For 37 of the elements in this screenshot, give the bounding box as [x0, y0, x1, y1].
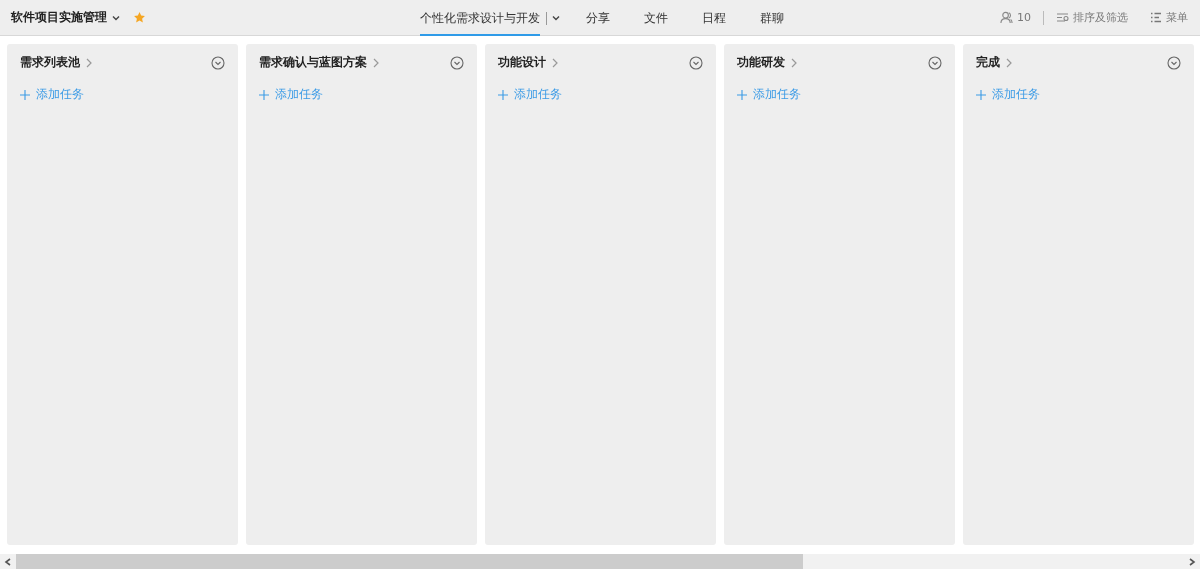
people-icon: [1000, 11, 1013, 24]
plus-icon: [20, 89, 30, 100]
column-title[interactable]: 完成: [976, 54, 1000, 71]
column-title[interactable]: 需求列表池: [20, 54, 80, 71]
project-title[interactable]: 软件项目实施管理: [11, 9, 107, 26]
column-title[interactable]: 功能设计: [498, 54, 546, 71]
plus-icon: [498, 89, 508, 100]
column-menu-icon[interactable]: [211, 55, 225, 70]
column-menu-icon[interactable]: [1167, 55, 1181, 70]
star-icon[interactable]: [133, 11, 146, 24]
list-icon: [1150, 12, 1162, 23]
horizontal-scrollbar[interactable]: [0, 554, 1200, 569]
plus-icon: [976, 89, 986, 100]
menu-button[interactable]: 菜单: [1150, 10, 1188, 25]
tab-menu-caret-icon[interactable]: [551, 13, 561, 23]
tab[interactable]: 日程: [702, 0, 726, 36]
plus-icon: [737, 89, 747, 100]
tab[interactable]: 文件: [644, 0, 668, 36]
chevron-right-icon[interactable]: [551, 57, 559, 68]
chevron-right-icon[interactable]: [372, 57, 380, 68]
column-title[interactable]: 功能研发: [737, 54, 785, 71]
column-menu-icon[interactable]: [928, 55, 942, 70]
plus-icon: [259, 89, 269, 100]
tab[interactable]: 分享: [586, 0, 610, 36]
chevron-right-icon[interactable]: [790, 57, 798, 68]
scroll-right-icon[interactable]: [1187, 556, 1197, 567]
column-title[interactable]: 需求确认与蓝图方案: [259, 54, 367, 71]
tab[interactable]: 个性化需求设计与开发: [420, 0, 540, 36]
scroll-left-icon[interactable]: [3, 556, 13, 567]
column-menu-icon[interactable]: [450, 55, 464, 70]
sort-filter-button[interactable]: 排序及筛选: [1056, 10, 1128, 25]
tab[interactable]: 群聊: [760, 0, 784, 36]
members-button[interactable]: 10: [1000, 11, 1031, 24]
column-menu-icon[interactable]: [689, 55, 703, 70]
chevron-right-icon[interactable]: [1005, 57, 1013, 68]
filter-icon: [1056, 12, 1069, 23]
chevron-right-icon[interactable]: [85, 57, 93, 68]
